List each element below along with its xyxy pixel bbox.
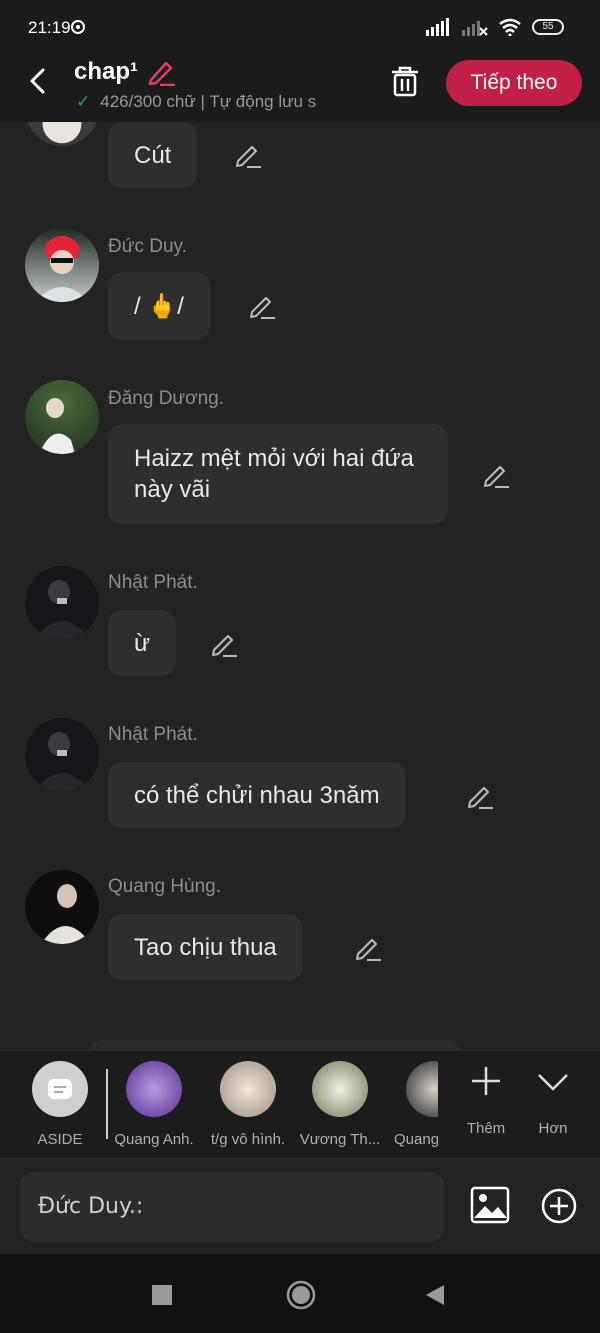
trash-icon[interactable] (388, 64, 422, 98)
character-option[interactable]: t/g vô hình. (208, 1061, 288, 1148)
input-bar: Đức Duy.: (0, 1158, 600, 1254)
signal-off-icon (462, 21, 488, 36)
character-option[interactable]: Quang (392, 1061, 438, 1148)
character-option[interactable]: Quang Anh. (114, 1061, 194, 1148)
avatar-image (35, 580, 91, 640)
edit-message-icon[interactable] (210, 630, 238, 658)
edit-message-icon[interactable] (234, 141, 262, 169)
status-icons: 55 (426, 18, 564, 36)
back-icon[interactable] (24, 66, 54, 96)
home-icon[interactable] (285, 1279, 317, 1311)
character-name: Nhật Phát. (108, 724, 198, 745)
expand-button[interactable]: Hơn (530, 1061, 576, 1137)
character-name: Đức Duy. (108, 236, 187, 257)
signal-icon (426, 18, 449, 36)
status-bar: 21:19 55 (0, 0, 600, 56)
avatar (312, 1061, 368, 1117)
edit-message-icon[interactable] (354, 934, 382, 962)
status-time: 21:19 (28, 18, 71, 37)
character-option[interactable]: Vương Th... (298, 1061, 382, 1148)
avatar-image (35, 732, 91, 792)
image-icon[interactable] (470, 1186, 510, 1224)
next-button[interactable]: Tiếp theo (446, 60, 582, 106)
avatar-image (35, 236, 89, 302)
character-name: Quang Hùng. (108, 876, 222, 897)
system-nav-bar (0, 1254, 600, 1333)
aside-icon (32, 1061, 88, 1117)
chapter-title: chap¹ (74, 58, 139, 85)
chat-messages[interactable]: Cút Đức Duy. / 🖕/ Đăng Dương. Haizz mệt … (0, 122, 600, 1052)
character-selector: ASIDE Quang Anh. t/g vô hình. Vương Th..… (0, 1050, 600, 1158)
check-icon: ✓ (76, 92, 91, 111)
add-circle-icon[interactable] (540, 1187, 578, 1225)
message-bubble[interactable]: có thể chửi nhau 3năm (108, 762, 406, 828)
character-name: Nhật Phát. (108, 572, 198, 593)
battery-indicator: 55 (532, 19, 564, 35)
avatar-image (41, 884, 91, 944)
recents-icon[interactable] (152, 1285, 172, 1305)
add-character-button[interactable]: Thêm (458, 1061, 514, 1137)
edit-message-icon[interactable] (482, 461, 510, 489)
back-nav-icon[interactable] (424, 1284, 446, 1306)
avatar (126, 1061, 182, 1117)
editor-header: chap¹ ✓ 426/300 chữ | Tự động lưu s Tiếp … (0, 56, 600, 122)
message-input[interactable]: Đức Duy.: (20, 1172, 444, 1242)
avatar[interactable] (25, 718, 99, 792)
edit-message-icon[interactable] (248, 292, 276, 320)
character-name: Đăng Dương. (108, 388, 225, 409)
save-status: ✓ 426/300 chữ | Tự động lưu s (76, 92, 366, 112)
plus-icon (472, 1067, 500, 1095)
notification-icon (71, 20, 85, 34)
message-bubble[interactable]: Tao chịu thua (108, 914, 303, 980)
avatar[interactable] (25, 870, 99, 944)
message-bubble[interactable]: / 🖕/ (108, 272, 210, 340)
edit-message-icon[interactable] (466, 782, 494, 810)
character-aside[interactable]: ASIDE (26, 1061, 94, 1148)
avatar (406, 1061, 438, 1117)
message-bubble[interactable]: ừ (108, 610, 177, 676)
divider (106, 1069, 108, 1139)
avatar[interactable] (25, 228, 99, 302)
avatar[interactable] (25, 122, 99, 146)
edit-title-icon[interactable] (146, 58, 176, 86)
avatar (220, 1061, 276, 1117)
avatar[interactable] (25, 380, 99, 454)
message-bubble[interactable]: Haizz mệt mỏi với hai đứa này vãi (108, 424, 448, 524)
avatar[interactable] (25, 566, 99, 640)
word-count-status: 426/300 chữ | Tự động lưu s (100, 92, 317, 111)
avatar-image (39, 398, 75, 454)
wifi-icon (499, 18, 521, 36)
message-bubble[interactable]: Cút (108, 122, 198, 188)
chevron-down-icon (538, 1074, 568, 1091)
